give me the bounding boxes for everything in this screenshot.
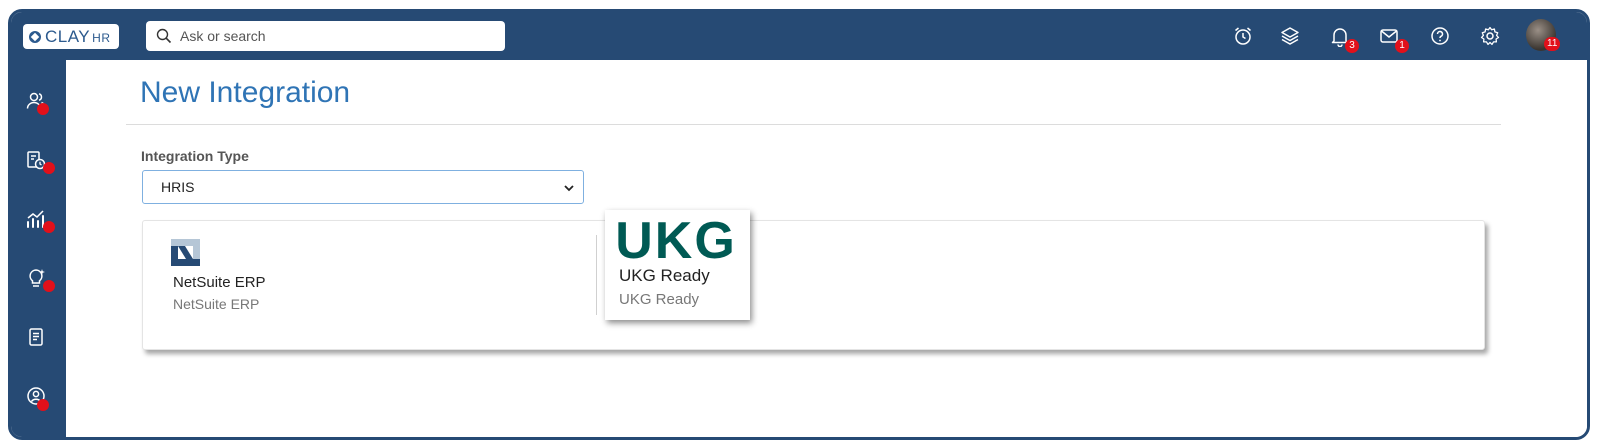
ukg-name: UKG Ready xyxy=(619,266,710,285)
reports-alert-dot xyxy=(43,162,55,174)
chevron-down-icon xyxy=(564,185,574,192)
search-bar[interactable] xyxy=(146,21,505,51)
integration-item-netsuite[interactable]: NetSuite ERP NetSuite ERP xyxy=(143,221,596,349)
alarm-clock-icon[interactable] xyxy=(1232,25,1254,47)
integration-type-select[interactable]: HRIS xyxy=(142,170,584,204)
item-divider xyxy=(596,235,597,315)
main-content: New Integration Integration Type HRIS Ne… xyxy=(66,60,1587,437)
svg-text:UKG: UKG xyxy=(615,214,737,262)
clayhr-logo[interactable]: CLAY HR xyxy=(23,24,119,49)
avatar-badge: 11 xyxy=(1544,37,1561,51)
documents-icon[interactable] xyxy=(25,326,47,348)
search-input[interactable] xyxy=(180,28,480,44)
search-icon xyxy=(156,28,172,44)
top-bar: CLAY HR 3 xyxy=(11,12,1587,60)
notifications-badge: 3 xyxy=(1345,39,1359,53)
title-divider xyxy=(126,124,1501,125)
messages-badge: 1 xyxy=(1395,39,1409,53)
netsuite-name: NetSuite ERP xyxy=(173,274,266,291)
profile-alert-dot xyxy=(37,399,49,411)
sidebar xyxy=(11,60,66,437)
ukg-logo: UKG xyxy=(615,214,737,262)
netsuite-logo xyxy=(171,239,200,266)
logo-suffix: HR xyxy=(92,31,111,45)
help-icon[interactable] xyxy=(1429,25,1451,47)
layers-icon[interactable] xyxy=(1279,25,1301,47)
gear-icon[interactable] xyxy=(1479,25,1501,47)
app-window: CLAY HR 3 xyxy=(8,9,1590,440)
analytics-alert-dot xyxy=(43,221,55,233)
clayhr-logo-mark xyxy=(29,30,41,43)
netsuite-subtitle: NetSuite ERP xyxy=(173,296,260,312)
integration-item-ukg-ready[interactable]: UKG UKG Ready UKG Ready xyxy=(605,210,750,320)
page-title: New Integration xyxy=(140,76,351,109)
people-alert-dot xyxy=(37,103,49,115)
integrations-list: NetSuite ERP NetSuite ERP xyxy=(142,220,1485,350)
integration-type-label: Integration Type xyxy=(141,148,249,164)
ukg-subtitle: UKG Ready xyxy=(619,291,700,308)
logo-text: CLAY xyxy=(45,26,91,46)
ideas-alert-dot xyxy=(43,280,55,292)
integration-type-value: HRIS xyxy=(161,179,195,195)
